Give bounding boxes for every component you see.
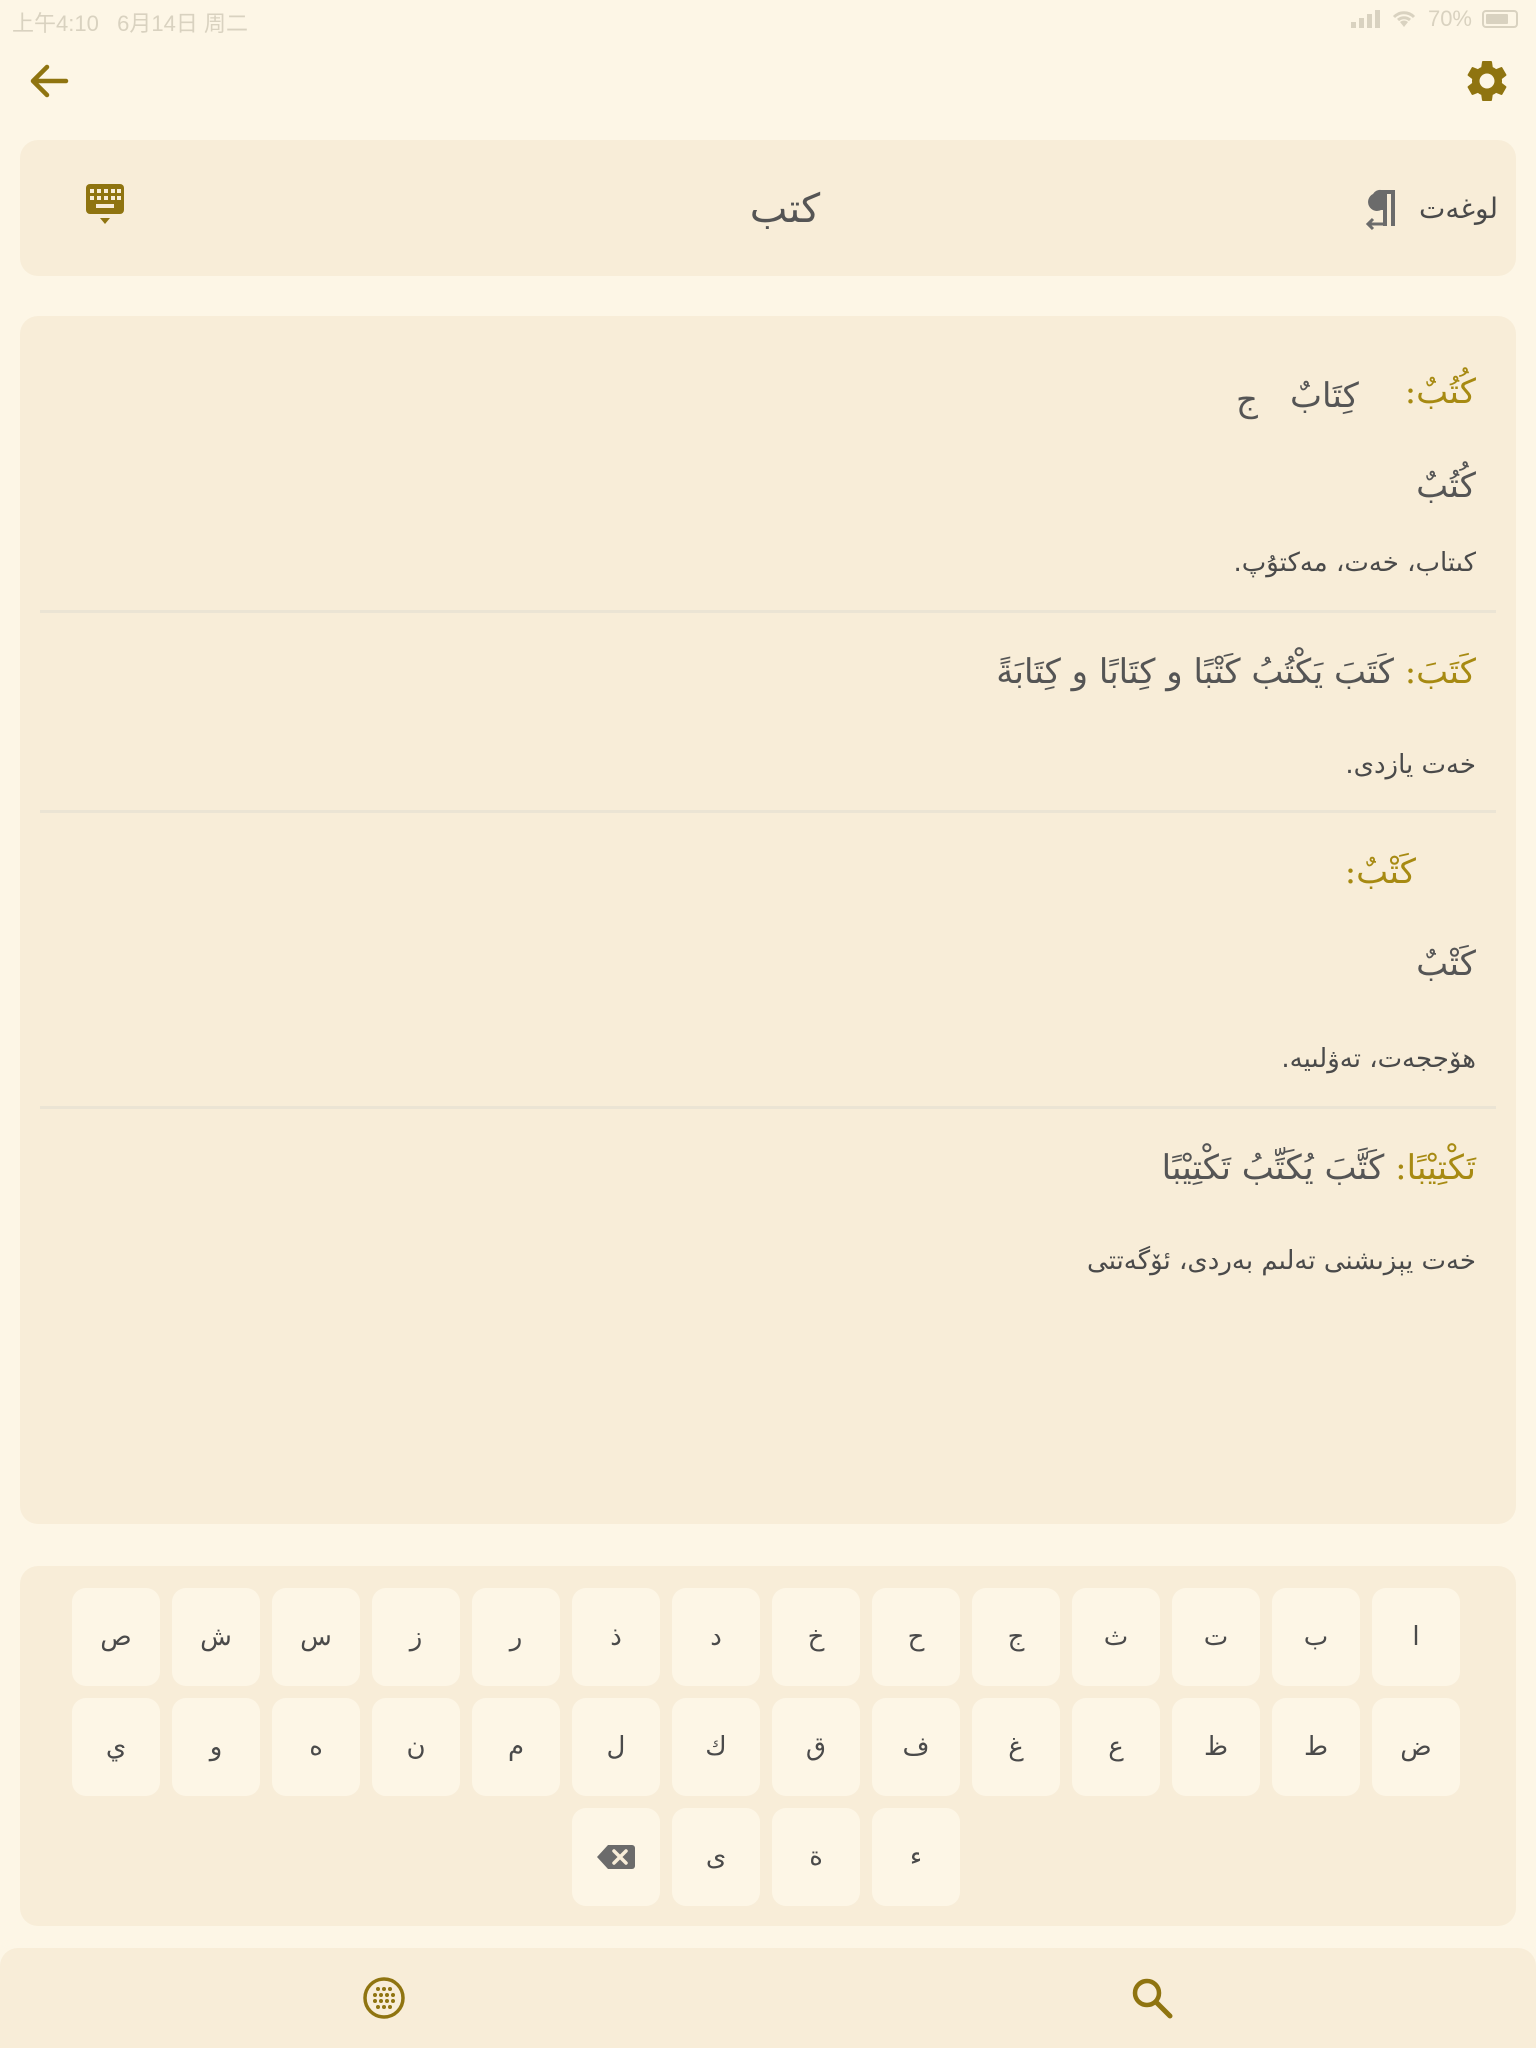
key[interactable]: ق — [772, 1698, 860, 1796]
key[interactable]: ص — [72, 1588, 160, 1686]
key[interactable]: ط — [1272, 1698, 1360, 1796]
key[interactable]: ج — [972, 1588, 1060, 1686]
signal-icon — [1350, 10, 1380, 28]
entry-headword: كَتْبٌ: — [1344, 852, 1416, 892]
pilcrow-icon — [1365, 189, 1395, 231]
key[interactable]: خ — [772, 1588, 860, 1686]
key[interactable]: ظ — [1172, 1698, 1260, 1796]
entry-headline: كَتَبَ: كَتَبَ يَكْتُبُ كَتْبًا و كِتَاب… — [996, 652, 1476, 692]
entry-form: ج — [1236, 380, 1258, 420]
key[interactable]: ش — [172, 1588, 260, 1686]
key[interactable]: ن — [372, 1698, 460, 1796]
key[interactable]: ذ — [572, 1588, 660, 1686]
battery-percent: 70% — [1427, 6, 1472, 31]
backspace-key[interactable] — [572, 1808, 660, 1906]
result-entry[interactable]: كَتَبَ: كَتَبَ يَكْتُبُ كَتْبًا و كِتَاب… — [40, 652, 1496, 772]
key[interactable]: ل — [572, 1698, 660, 1796]
key[interactable]: ث — [1072, 1588, 1160, 1686]
key[interactable]: و — [172, 1698, 260, 1796]
entry-forms: كَتَّبَ يُكَتِّبُ تَكْتِيْبًا — [1161, 1148, 1385, 1188]
key[interactable]: ك — [672, 1698, 760, 1796]
entry-headline: تَكْتِيْبًا: كَتَّبَ يُكَتِّبُ تَكْتِيْب… — [1162, 1148, 1476, 1188]
key[interactable]: ب — [1272, 1588, 1360, 1686]
status-time-date: 上午4:10 6月14日 周二 — [12, 6, 248, 38]
key[interactable]: ر — [472, 1588, 560, 1686]
entry-headword: كَتَبَ: — [1404, 652, 1476, 692]
key[interactable]: ح — [872, 1588, 960, 1686]
bottom-bar — [0, 1948, 1536, 2048]
entry-headword: كُتُبٌ: — [1404, 372, 1476, 412]
back-button[interactable] — [26, 58, 72, 104]
key[interactable]: ا — [1372, 1588, 1460, 1686]
key[interactable]: ى — [672, 1808, 760, 1906]
grid-icon — [363, 1977, 405, 2019]
arrow-left-icon — [30, 64, 69, 98]
key[interactable]: ز — [372, 1588, 460, 1686]
keyboard-toggle-button[interactable] — [80, 180, 170, 240]
entry-plural: كَتْبٌ — [1416, 944, 1476, 984]
search-card: لوغەت — [20, 140, 1516, 276]
entry-gloss: خەت يازدى. — [1345, 750, 1476, 780]
entry-forms: كَتَبَ يَكْتُبُ كَتْبًا و كِتَابًا و كِت… — [996, 652, 1394, 692]
entry-headline: كَتْبٌ: — [1345, 852, 1416, 892]
entry-form: كِتَابٌ — [1290, 376, 1359, 416]
entry-gloss: خەت يېزىشنى تەلىم بەردى، ئۆگەتتى — [1087, 1246, 1476, 1276]
result-entry[interactable]: كُتُبٌ: كِتَابٌ ج كُتُبٌ — [40, 356, 1496, 516]
key[interactable]: ع — [1072, 1698, 1160, 1796]
divider — [40, 1106, 1496, 1109]
backspace-icon — [597, 1845, 635, 1869]
key[interactable]: ف — [872, 1698, 960, 1796]
result-entry[interactable]: كَتْبٌ: كَتْبٌ — [40, 852, 1496, 1052]
status-time: 上午4:10 — [12, 11, 99, 36]
divider — [40, 810, 1496, 813]
key[interactable]: د — [672, 1588, 760, 1686]
key[interactable]: ة — [772, 1808, 860, 1906]
status-indicators: 70% — [1350, 6, 1518, 32]
status-bar: 上午4:10 6月14日 周二 70% — [0, 0, 1536, 40]
entry-gloss: هۆججەت، تەۋلىيە. — [1281, 1044, 1476, 1074]
results-card: كُتُبٌ: كِتَابٌ ج كُتُبٌ كىتاب، خەت، مەك… — [20, 316, 1516, 1524]
entry-headword: تَكْتِيْبًا: — [1395, 1148, 1476, 1188]
grid-button[interactable] — [360, 1974, 408, 2022]
key[interactable]: ي — [72, 1698, 160, 1796]
entry-gloss: كىتاب، خەت، مەكتۇپ. — [1233, 548, 1476, 578]
entry-headline: كُتُبٌ: — [1405, 372, 1476, 412]
divider — [40, 610, 1496, 613]
search-input[interactable] — [320, 174, 1250, 244]
dictionary-mode-button[interactable]: لوغەت — [1365, 180, 1498, 236]
key[interactable]: غ — [972, 1698, 1060, 1796]
settings-button[interactable] — [1462, 56, 1512, 106]
entry-plural: كُتُبٌ — [1416, 466, 1476, 506]
key[interactable]: م — [472, 1698, 560, 1796]
status-date: 6月14日 周二 — [117, 11, 248, 36]
key[interactable]: ت — [1172, 1588, 1260, 1686]
search-icon — [1132, 1978, 1173, 2019]
mode-label: لوغەت — [1418, 191, 1498, 225]
keyboard-icon — [86, 184, 124, 224]
wifi-icon — [1392, 11, 1416, 27]
arabic-keyboard: ابتثجحخدذرزسشص ضطظعغفقكلمنهوي ءةى — [20, 1566, 1516, 1926]
key[interactable]: ء — [872, 1808, 960, 1906]
search-button[interactable] — [1128, 1974, 1176, 2022]
key[interactable]: ض — [1372, 1698, 1460, 1796]
battery-icon — [1482, 10, 1518, 28]
gear-icon — [1467, 60, 1507, 101]
key[interactable]: ه — [272, 1698, 360, 1796]
key[interactable]: س — [272, 1588, 360, 1686]
top-bar — [0, 40, 1536, 140]
